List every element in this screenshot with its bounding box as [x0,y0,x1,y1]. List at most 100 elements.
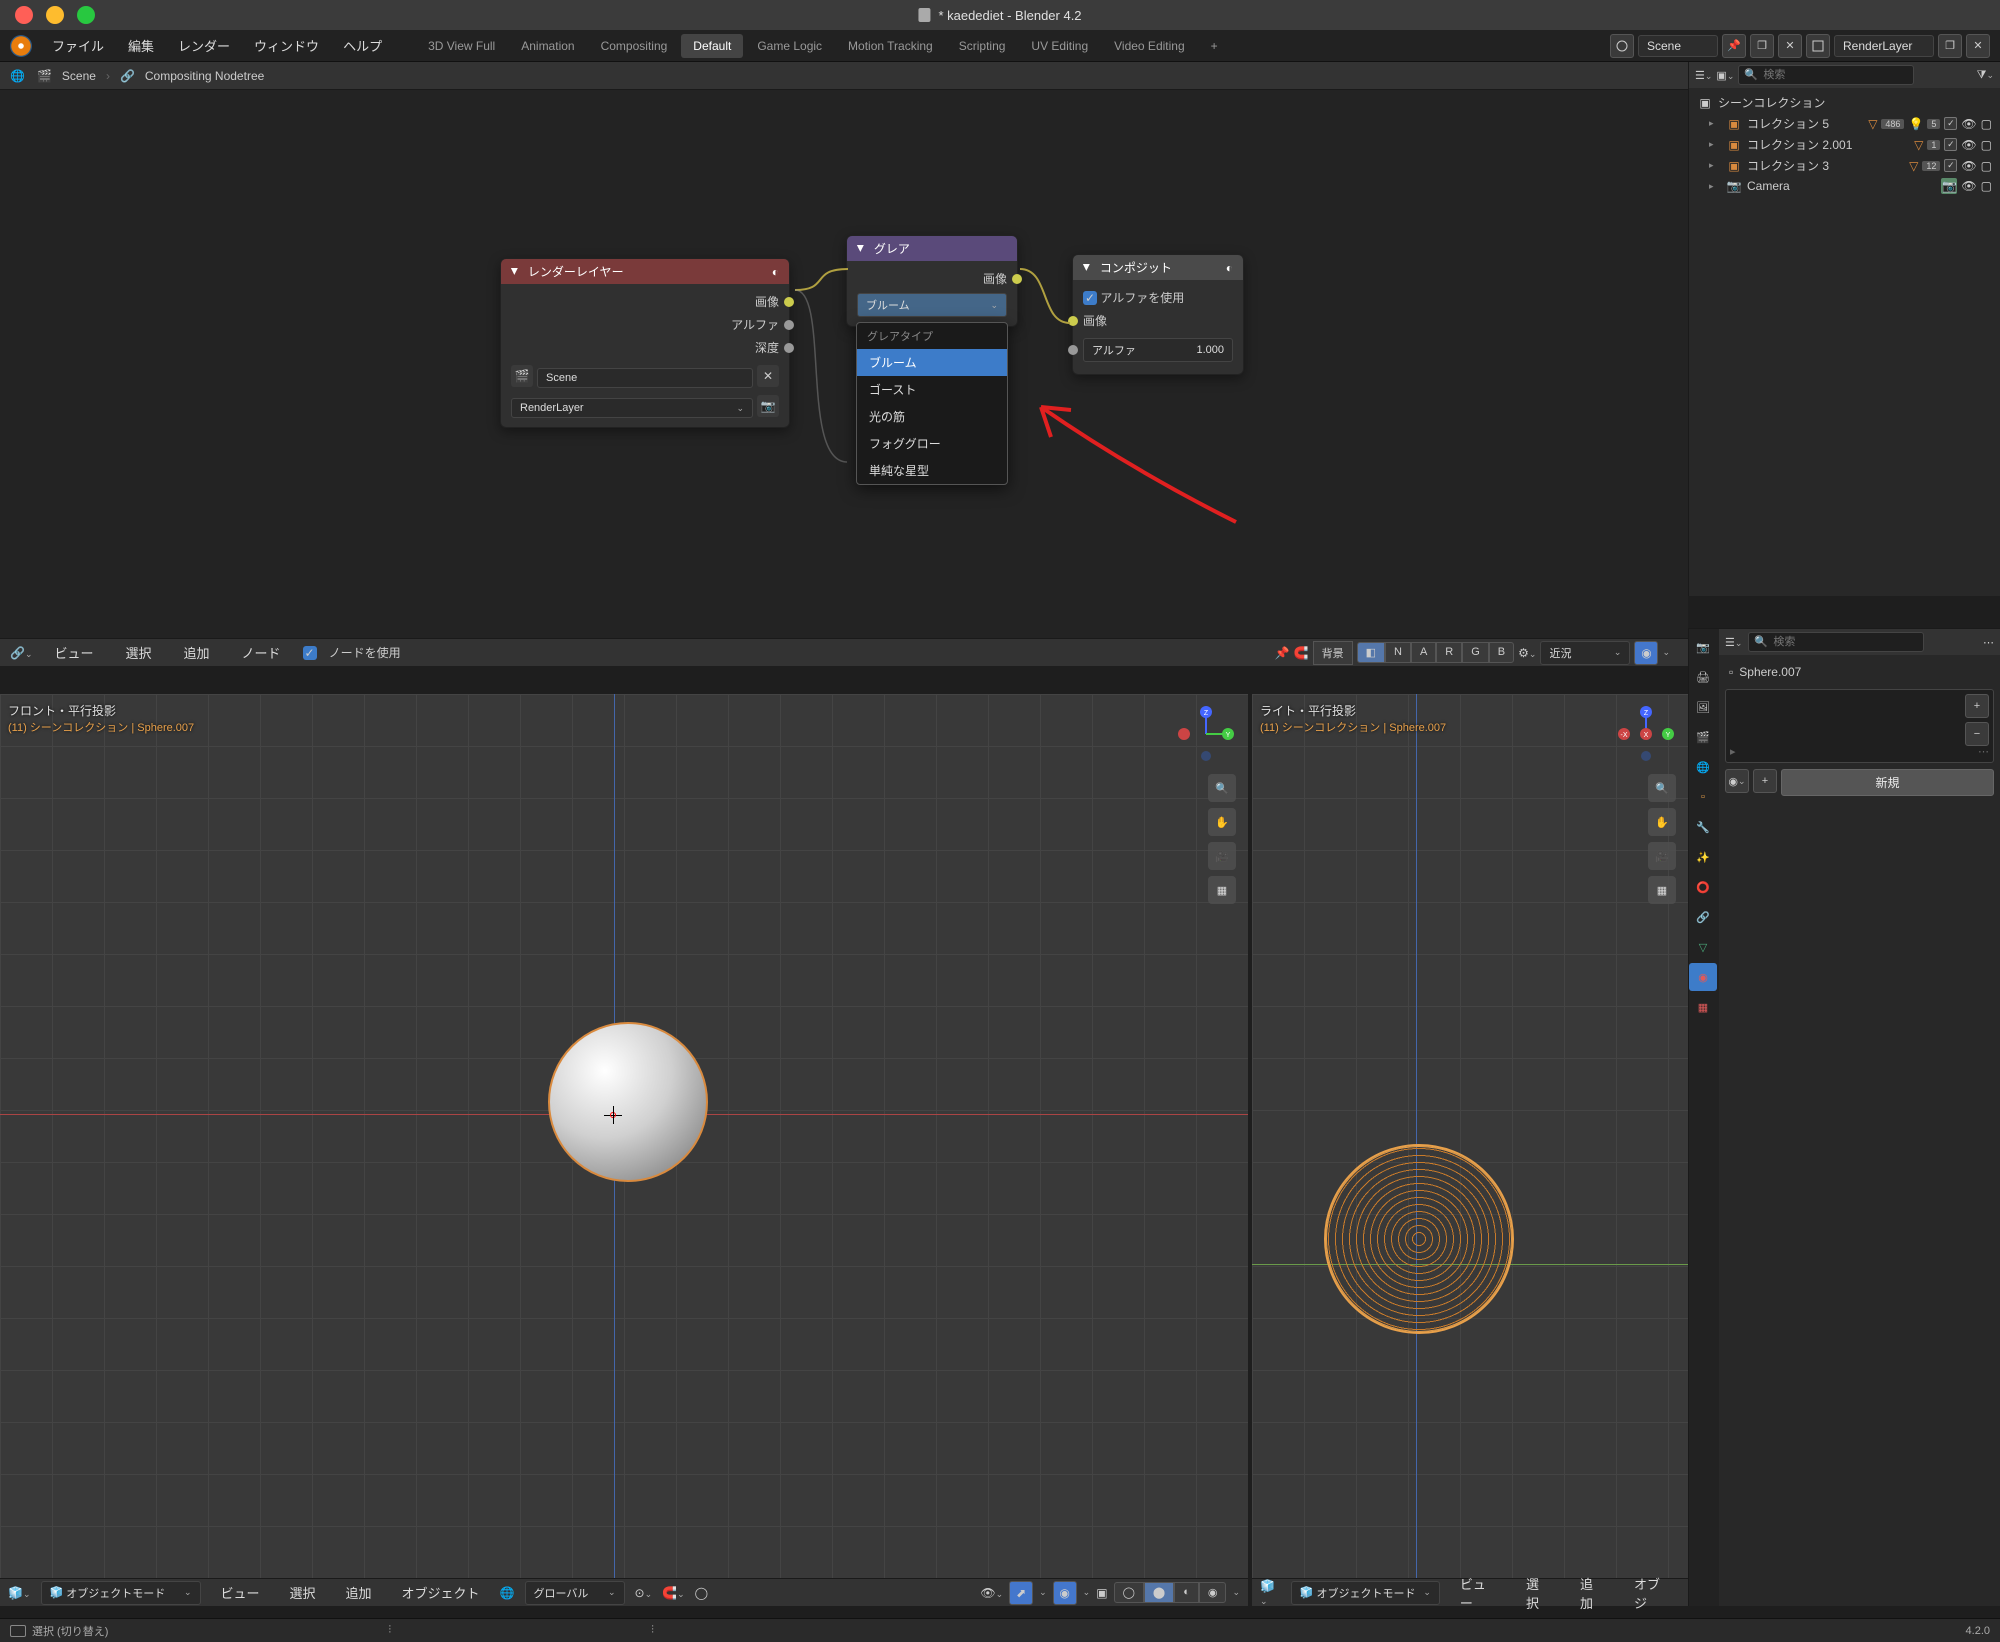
pivot-icon[interactable]: ⊙⌄ [635,1586,653,1600]
shading-material-icon[interactable]: ◐ [1174,1582,1199,1603]
scene-name-input[interactable] [1638,35,1718,57]
menu-view[interactable]: ビュー [1450,1570,1506,1616]
menu-node[interactable]: ノード [232,639,291,666]
channel-a-button[interactable]: A [1411,642,1436,663]
shading-rendered-icon[interactable]: ◉ [1199,1582,1227,1603]
channel-r-button[interactable]: R [1436,642,1462,663]
viewport-right-ortho[interactable]: ライト・平行投影 (11) シーンコレクション | Sphere.007 Z Y… [1252,694,1688,1606]
input-socket-alpha[interactable] [1068,345,1078,355]
dropdown-option-ghost[interactable]: ゴースト [857,376,1007,403]
tree-row-collection3[interactable]: ▸ ▣ コレクション 3 ▽12 ✓ 👁 ▢ [1691,155,1998,176]
tab-physics-icon[interactable]: ⭕ [1689,873,1717,901]
dropdown-option-fogglow[interactable]: フォググロー [857,430,1007,457]
use-nodes-checkbox[interactable]: ✓ [303,646,317,660]
gizmo-toggle-icon[interactable]: ⬈ [1009,1581,1033,1605]
scene-clear-button[interactable]: ✕ [757,365,779,387]
tab-render-icon[interactable]: 📷 [1689,633,1717,661]
tree-row-scene-collection[interactable]: ▣ シーンコレクション [1691,92,1998,113]
editor-type-icon[interactable]: ☰⌄ [1725,636,1742,649]
workspace-tab-uv[interactable]: UV Editing [1019,34,1100,58]
output-socket-depth[interactable] [784,343,794,353]
node-header[interactable]: ▶ コンポジット ◐ [1073,255,1243,280]
navigation-gizmo[interactable]: Z Y [1178,706,1234,762]
tab-world-icon[interactable]: 🌐 [1689,753,1717,781]
camera-view-icon[interactable]: 🎥 [1208,842,1236,870]
output-socket-image[interactable] [1012,274,1022,284]
tab-material-icon[interactable]: ◉ [1689,963,1717,991]
editor-type-icon[interactable]: ☰⌄ [1695,69,1712,82]
slot-menu-icon[interactable]: ⋯ [1978,745,1989,758]
minimize-window-button[interactable] [46,6,64,24]
proportional-icon[interactable]: ◯ [695,1586,708,1600]
overlay-toggle-icon[interactable]: ◉ [1053,1581,1077,1605]
node-header[interactable]: ▶ レンダーレイヤー ◐ [501,259,789,284]
exclude-checkbox[interactable]: ✓ [1944,159,1957,172]
workspace-tab-video[interactable]: Video Editing [1102,34,1197,58]
exclude-checkbox[interactable]: ✓ [1944,117,1957,130]
editor-type-icon[interactable]: 🧊⌄ [1260,1579,1281,1607]
tab-scene-icon[interactable]: 🎬 [1689,723,1717,751]
close-window-button[interactable] [15,6,33,24]
disable-icon[interactable]: ▢ [1981,179,1992,193]
eye-icon[interactable]: 👁 [1961,159,1976,173]
tab-particle-icon[interactable]: ✨ [1689,843,1717,871]
menu-help[interactable]: ヘルプ [333,32,392,59]
world-icon[interactable]: 🌐 [10,69,25,83]
eye-icon[interactable]: 👁 [1961,138,1976,152]
visibility-icon[interactable]: 👁⌄ [980,1586,1003,1600]
disable-icon[interactable]: ▢ [1981,138,1992,152]
expand-icon[interactable]: ▸ [1709,118,1721,129]
viewport-canvas[interactable] [0,694,1248,1578]
workspace-tab-animation[interactable]: Animation [509,34,586,58]
object-name[interactable]: Sphere.007 [1739,665,1801,679]
tree-row-collection2[interactable]: ▸ ▣ コレクション 2.001 ▽1 ✓ 👁 ▢ [1691,134,1998,155]
use-alpha-row[interactable]: ✓ アルファを使用 [1083,286,1233,309]
perspective-icon[interactable]: ▦ [1208,876,1236,904]
mode-selector[interactable]: オブジェクトモード [1317,1585,1416,1601]
material-slot-list[interactable]: + − ▸ ⋯ [1725,689,1994,763]
scene-field[interactable]: Scene [546,372,577,384]
mode-selector[interactable]: オブジェクトモード [66,1585,165,1601]
add-slot-button[interactable]: + [1965,694,1989,718]
eye-icon[interactable]: 👁 [1961,117,1976,131]
viewport-canvas[interactable] [1252,694,1688,1578]
input-socket-image[interactable] [1068,316,1078,326]
scene-delete-icon[interactable]: ✕ [1778,34,1802,58]
tree-row-collection5[interactable]: ▸ ▣ コレクション 5 ▽486 💡5 ✓ 👁 ▢ [1691,113,1998,134]
menu-object[interactable]: オブジ [1624,1570,1680,1616]
zoom-icon[interactable]: 🔍 [1208,774,1236,802]
menu-object[interactable]: オブジェクト [392,1579,490,1606]
dropdown-option-bloom[interactable]: ブルーム [857,349,1007,376]
display-mode-icon[interactable]: ▣⌄ [1716,69,1734,82]
node-composite[interactable]: ▶ コンポジット ◐ ✓ アルファを使用 画像 アルファ1.000 [1072,254,1244,375]
backdrop-toggle[interactable]: 背景 [1313,641,1353,665]
menu-file[interactable]: ファイル [42,32,114,59]
snap-icon[interactable]: 🧲 [1294,646,1309,660]
pan-icon[interactable]: ✋ [1208,808,1236,836]
node-preview-icon[interactable]: ◐ [1226,261,1233,275]
expand-icon[interactable]: ▸ [1709,160,1721,171]
scene-pin-icon[interactable]: 📌 [1722,34,1746,58]
node-glare[interactable]: ▶ グレア 画像 ブルーム⌄ [846,235,1018,327]
navigation-gizmo[interactable]: Z Y -X X [1618,706,1674,762]
breadcrumb-scene[interactable]: Scene [62,69,96,83]
zoom-icon[interactable]: 🔍 [1648,774,1676,802]
disable-icon[interactable]: ▢ [1981,117,1992,131]
expand-icon[interactable]: ▸ [1709,181,1721,192]
collapse-icon[interactable]: ▶ [855,245,866,252]
snap-icon[interactable]: 🧲⌄ [662,1586,685,1600]
node-preview-icon[interactable]: ◐ [772,265,779,279]
scene-browse-button[interactable]: 🎬 [511,365,533,387]
node-header[interactable]: ▶ グレア [847,236,1017,261]
overlay-toggle-icon[interactable]: ◉ [1634,641,1658,665]
scene-browse-icon[interactable] [1610,34,1634,58]
remove-slot-button[interactable]: − [1965,722,1989,746]
shading-solid-icon[interactable]: ⬤ [1144,1582,1174,1603]
new-material-plus-icon[interactable]: + [1753,769,1777,793]
filter-icon[interactable]: ⧩⌄ [1977,69,1994,82]
channel-g-button[interactable]: G [1462,642,1489,663]
workspace-tab-gamelogic[interactable]: Game Logic [745,34,834,58]
channel-n-button[interactable]: N [1385,642,1411,663]
menu-render[interactable]: レンダー [168,32,240,59]
alpha-value[interactable]: 1.000 [1196,344,1224,356]
